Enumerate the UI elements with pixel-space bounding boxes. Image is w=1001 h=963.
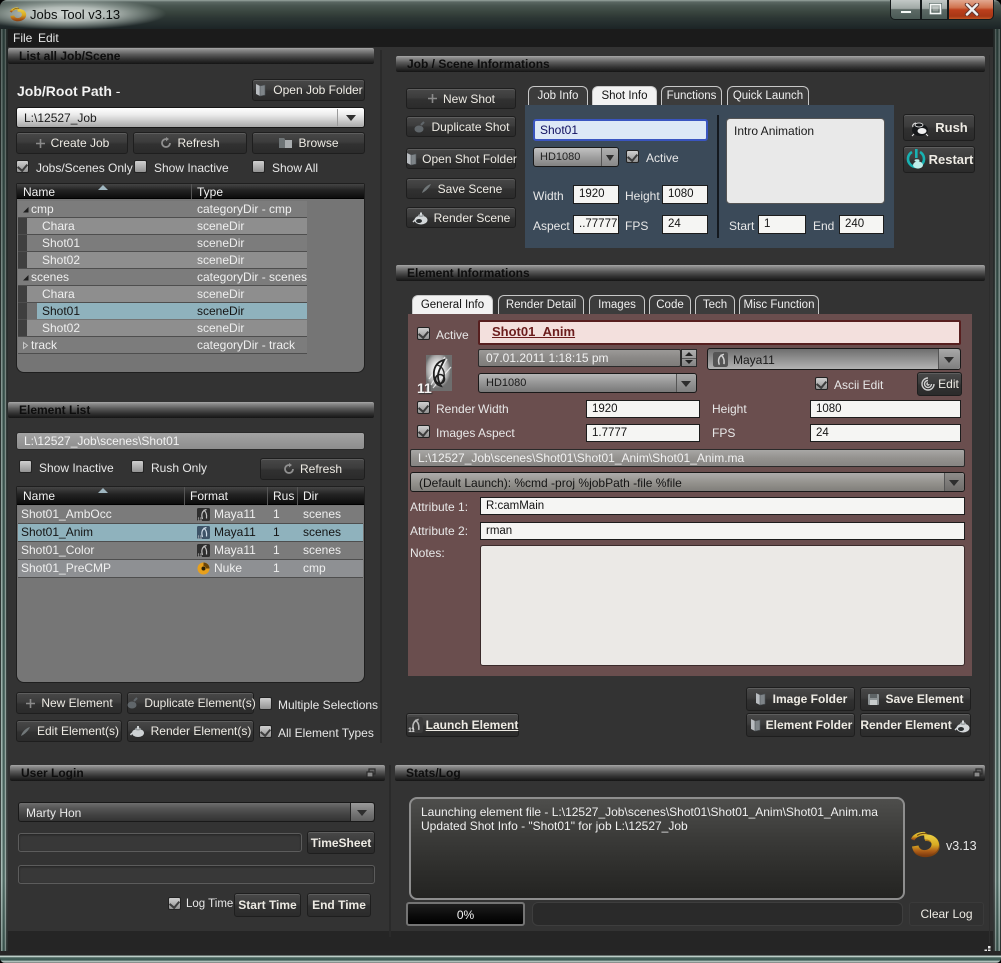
svg-text:11: 11 (198, 553, 203, 558)
svg-text:11: 11 (408, 727, 415, 733)
svg-text:11: 11 (198, 517, 203, 522)
svg-text:11: 11 (417, 380, 432, 395)
svg-text:11: 11 (198, 535, 203, 540)
